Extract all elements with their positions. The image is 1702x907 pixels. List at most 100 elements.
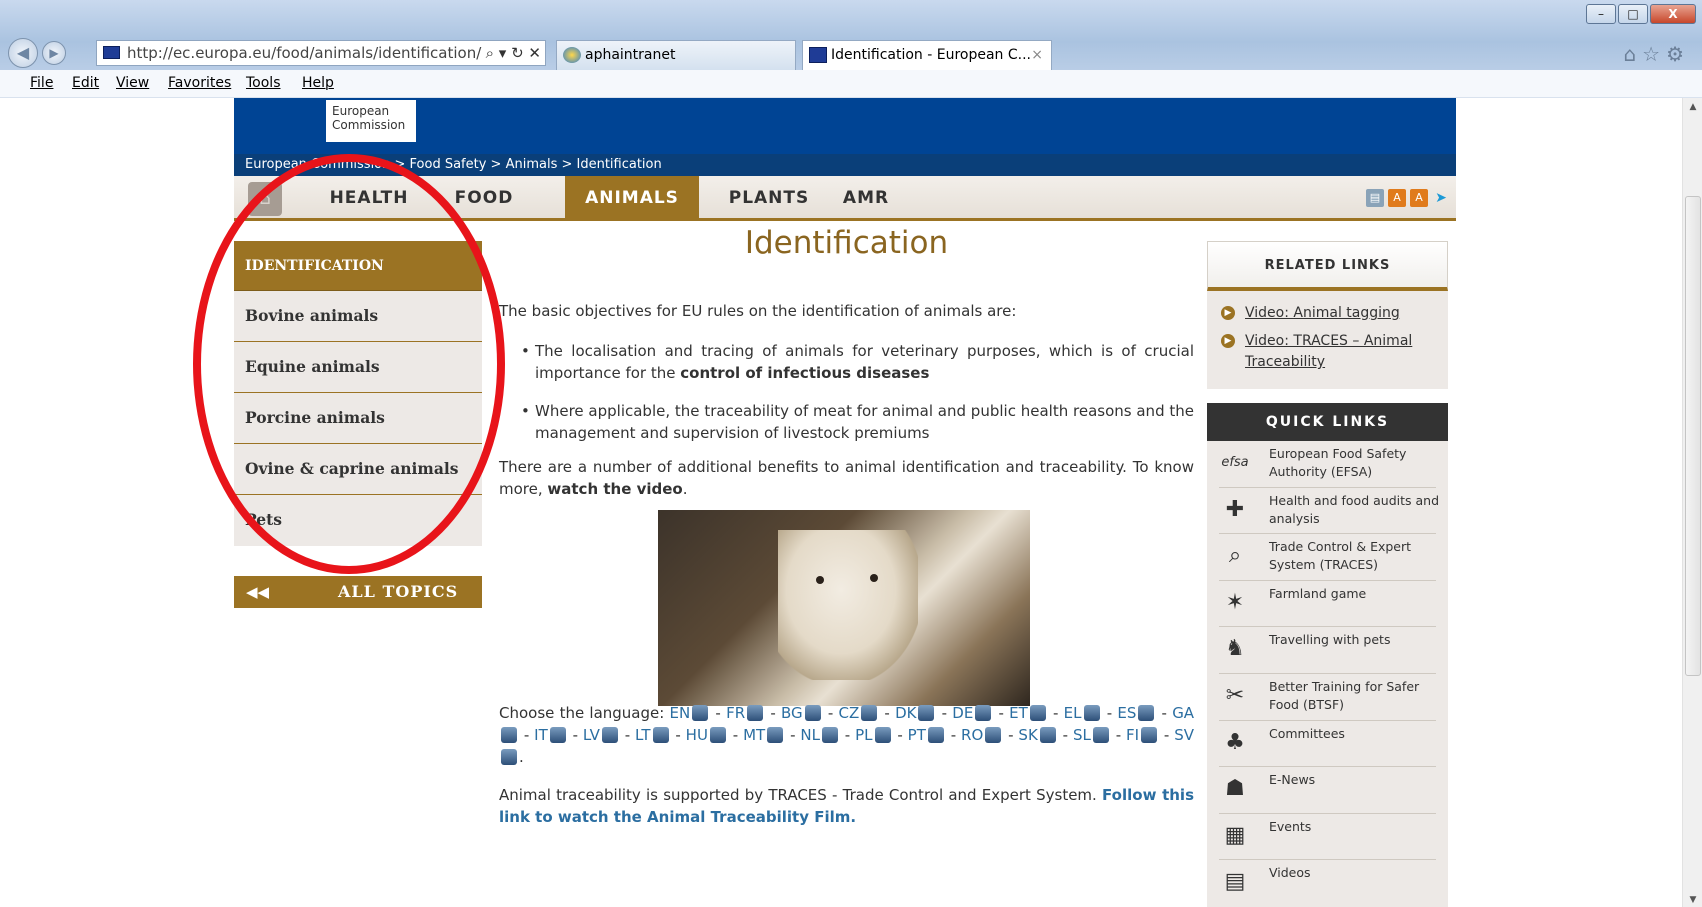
- minimize-button[interactable]: –: [1586, 4, 1616, 24]
- video-icon[interactable]: [874, 727, 891, 743]
- nav-plants[interactable]: PLANTS: [714, 176, 824, 221]
- forward-button[interactable]: ▶: [42, 41, 66, 65]
- menu-file[interactable]: File: [30, 70, 53, 97]
- video-icon[interactable]: [767, 727, 784, 743]
- menu-edit[interactable]: Edit: [72, 70, 99, 97]
- tab-aphaintranet[interactable]: aphaintranet: [556, 40, 796, 70]
- scroll-down-icon[interactable]: ▼: [1683, 895, 1702, 905]
- ec-logo[interactable]: European Commission: [326, 100, 416, 142]
- video-thumbnail[interactable]: [658, 510, 1030, 706]
- sidebar-item-equine[interactable]: Equine animals: [234, 342, 482, 393]
- language-link-et[interactable]: ET: [1009, 704, 1028, 722]
- browser-home-favorites-tools-icons[interactable]: ⌂☆⚙: [1623, 42, 1690, 66]
- back-button[interactable]: ◀: [8, 38, 38, 68]
- language-link-pt[interactable]: PT: [908, 726, 926, 744]
- related-link-animal-tagging[interactable]: ▶ Video: Animal tagging: [1207, 303, 1448, 324]
- video-icon[interactable]: [1141, 727, 1158, 743]
- video-icon[interactable]: [1039, 727, 1056, 743]
- sidebar-header-identification[interactable]: IDENTIFICATION: [234, 241, 482, 291]
- language-link-it[interactable]: IT: [534, 726, 548, 744]
- sidebar-item-pets[interactable]: Pets: [234, 495, 482, 546]
- language-link-el[interactable]: EL: [1064, 704, 1082, 722]
- scroll-thumb[interactable]: [1685, 196, 1701, 676]
- language-link-sk[interactable]: SK: [1018, 726, 1037, 744]
- quick-link-item[interactable]: ▦ Events: [1219, 814, 1436, 861]
- language-link-fi[interactable]: FI: [1126, 726, 1139, 744]
- language-link-de[interactable]: DE: [952, 704, 973, 722]
- nav-animals[interactable]: ANIMALS: [565, 176, 699, 221]
- video-icon[interactable]: [927, 727, 944, 743]
- language-link-nl[interactable]: NL: [800, 726, 820, 744]
- quick-link-item[interactable]: ▤ Videos: [1219, 860, 1436, 907]
- language-link-sl[interactable]: SL: [1073, 726, 1091, 744]
- language-link-es[interactable]: ES: [1117, 704, 1136, 722]
- language-link-hu[interactable]: HU: [686, 726, 708, 744]
- video-icon[interactable]: [501, 749, 517, 765]
- video-icon[interactable]: [501, 727, 517, 743]
- close-tab-icon[interactable]: ×: [1031, 41, 1043, 69]
- video-icon[interactable]: [804, 705, 821, 721]
- menu-help[interactable]: Help: [302, 70, 334, 97]
- quick-link-item[interactable]: ♞ Travelling with pets: [1219, 627, 1436, 674]
- quick-link-item[interactable]: ⌕ Trade Control & Expert System (TRACES): [1219, 534, 1436, 581]
- font-decrease-icon[interactable]: A: [1388, 189, 1406, 207]
- quick-link-item[interactable]: ☗ E-News: [1219, 767, 1436, 814]
- language-link-pl[interactable]: PL: [855, 726, 872, 744]
- scroll-up-icon[interactable]: ▲: [1683, 102, 1702, 112]
- maximize-button[interactable]: □: [1618, 4, 1648, 24]
- language-link-bg[interactable]: BG: [781, 704, 803, 722]
- video-icon[interactable]: [549, 727, 566, 743]
- nav-health[interactable]: HEALTH: [304, 176, 434, 221]
- home-icon[interactable]: ⌂: [248, 182, 282, 216]
- video-icon[interactable]: [1138, 705, 1155, 721]
- language-link-mt[interactable]: MT: [743, 726, 765, 744]
- close-window-button[interactable]: X: [1650, 4, 1696, 24]
- language-link-lt[interactable]: LT: [635, 726, 650, 744]
- nav-food[interactable]: FOOD: [434, 176, 534, 221]
- quick-link-item[interactable]: ♣ Committees: [1219, 721, 1436, 768]
- video-icon[interactable]: [1083, 705, 1100, 721]
- related-link-label: Video: Animal tagging: [1245, 305, 1400, 321]
- quick-link-item[interactable]: ✂ Better Training for Safer Food (BTSF): [1219, 674, 1436, 721]
- language-link-sv[interactable]: SV: [1174, 726, 1194, 744]
- font-increase-icon[interactable]: A: [1410, 189, 1428, 207]
- language-link-dk[interactable]: DK: [895, 704, 916, 722]
- address-tools-icons[interactable]: ⌕ ▾ ↻ ✕: [481, 41, 541, 65]
- quick-link-item[interactable]: efsa European Food Safety Authority (EFSA…: [1219, 441, 1436, 488]
- video-icon[interactable]: [692, 705, 709, 721]
- tab-identification[interactable]: Identification - European C... ×: [802, 40, 1052, 70]
- all-topics-button[interactable]: ◀◀ ALL TOPICS: [234, 576, 482, 608]
- twitter-icon[interactable]: ➤: [1432, 189, 1450, 207]
- video-icon[interactable]: [601, 727, 618, 743]
- sidebar-item-ovine-caprine[interactable]: Ovine & caprine animals: [234, 444, 482, 495]
- sidebar-item-porcine[interactable]: Porcine animals: [234, 393, 482, 444]
- language-link-cz[interactable]: CZ: [838, 704, 859, 722]
- related-link-traces[interactable]: ▶ Video: TRACES – Animal Traceability: [1207, 331, 1448, 373]
- menu-view[interactable]: View: [116, 70, 149, 97]
- video-icon[interactable]: [975, 705, 992, 721]
- video-icon[interactable]: [985, 727, 1002, 743]
- video-icon[interactable]: [652, 727, 669, 743]
- quick-link-item[interactable]: ✚ Health and food audits and analysis: [1219, 488, 1439, 535]
- breadcrumb[interactable]: European Commission > Food Safety > Anim…: [234, 154, 1456, 176]
- video-icon[interactable]: [747, 705, 764, 721]
- video-icon[interactable]: [709, 727, 726, 743]
- language-link-ga[interactable]: GA: [1172, 704, 1194, 722]
- nav-amr[interactable]: AMR: [824, 176, 908, 221]
- print-icon[interactable]: ▤: [1366, 189, 1384, 207]
- language-link-ro[interactable]: RO: [961, 726, 983, 744]
- menu-favorites[interactable]: Favorites: [168, 70, 231, 97]
- quick-link-item[interactable]: ✶ Farmland game: [1219, 581, 1436, 628]
- language-link-en[interactable]: EN: [670, 704, 691, 722]
- menu-tools[interactable]: Tools: [246, 70, 281, 97]
- video-icon[interactable]: [918, 705, 935, 721]
- language-link-fr[interactable]: FR: [726, 704, 745, 722]
- video-icon[interactable]: [861, 705, 878, 721]
- video-icon[interactable]: [821, 727, 838, 743]
- video-icon[interactable]: [1029, 705, 1046, 721]
- sidebar-item-bovine[interactable]: Bovine animals: [234, 291, 482, 342]
- language-link-lv[interactable]: LV: [583, 726, 600, 744]
- video-icon[interactable]: [1092, 727, 1109, 743]
- address-bar[interactable]: http://ec.europa.eu/food/animals/identif…: [96, 40, 546, 66]
- page-scrollbar[interactable]: ▲ ▼: [1682, 98, 1702, 907]
